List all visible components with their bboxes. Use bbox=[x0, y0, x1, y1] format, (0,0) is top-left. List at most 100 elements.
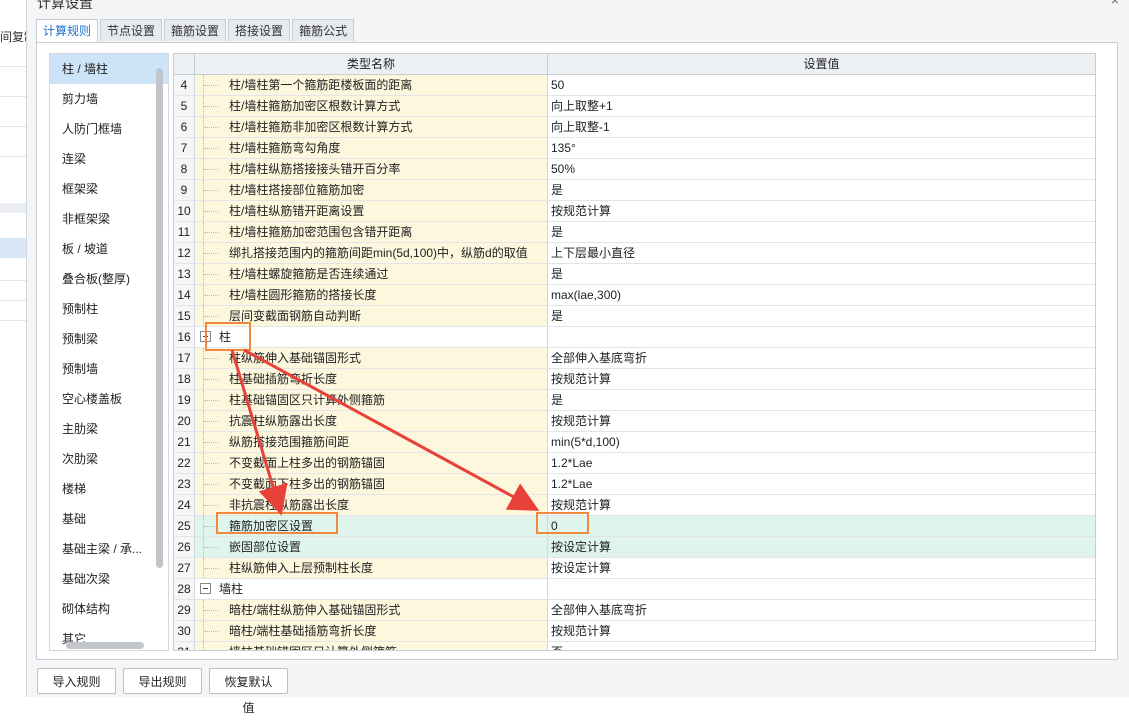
row-number: 14 bbox=[174, 285, 195, 305]
setting-value-cell[interactable]: 向上取整+1 bbox=[548, 96, 1095, 116]
category-item[interactable]: 楼梯 bbox=[50, 474, 168, 504]
setting-value-cell[interactable]: 是 bbox=[548, 222, 1095, 242]
setting-value-cell[interactable]: max(lae,300) bbox=[548, 285, 1095, 305]
table-row[interactable]: 19 柱基础锚固区只计算外侧箍筋 是 bbox=[174, 390, 1095, 411]
setting-value-cell[interactable]: 按规范计算 bbox=[548, 495, 1095, 515]
category-item[interactable]: 板 / 坡道 bbox=[50, 234, 168, 264]
setting-value-cell bbox=[548, 327, 1095, 347]
setting-value-cell[interactable]: 50% bbox=[548, 159, 1095, 179]
category-item[interactable]: 柱 / 墙柱 bbox=[50, 54, 168, 84]
type-name-cell: 墙柱 bbox=[195, 579, 548, 599]
setting-value-cell[interactable]: 按规范计算 bbox=[548, 621, 1095, 641]
import-rules-button[interactable]: 导入规则 bbox=[37, 668, 116, 694]
category-item[interactable]: 空心楼盖板 bbox=[50, 384, 168, 414]
setting-value-cell[interactable]: 按设定计算 bbox=[548, 558, 1095, 578]
setting-value-cell[interactable]: 1.2*Lae bbox=[548, 453, 1095, 473]
setting-value-cell[interactable]: 是 bbox=[548, 180, 1095, 200]
table-row[interactable]: 4 柱/墙柱第一个箍筋距楼板面的距离 50 bbox=[174, 75, 1095, 96]
setting-value-cell[interactable]: 50 bbox=[548, 75, 1095, 95]
table-row[interactable]: 9 柱/墙柱搭接部位箍筋加密 是 bbox=[174, 180, 1095, 201]
table-row[interactable]: 13 柱/墙柱螺旋箍筋是否连续通过 是 bbox=[174, 264, 1095, 285]
setting-value-cell[interactable]: 0 bbox=[548, 516, 1095, 536]
tab-lap-settings[interactable]: 搭接设置 bbox=[228, 19, 291, 41]
background-app-strip: 间复制 bbox=[0, 0, 27, 697]
restore-defaults-button[interactable]: 恢复默认值 bbox=[209, 668, 288, 715]
setting-value-cell[interactable]: 是 bbox=[548, 306, 1095, 326]
row-number: 8 bbox=[174, 159, 195, 179]
category-item[interactable]: 预制柱 bbox=[50, 294, 168, 324]
type-name-text: 柱/墙柱纵筋搭接接头错开百分率 bbox=[229, 162, 401, 176]
setting-value-cell[interactable]: 按规范计算 bbox=[548, 411, 1095, 431]
table-row[interactable]: 14 柱/墙柱圆形箍筋的搭接长度 max(lae,300) bbox=[174, 285, 1095, 306]
export-rules-button[interactable]: 导出规则 bbox=[123, 668, 202, 694]
table-row[interactable]: 26 嵌固部位设置 按设定计算 bbox=[174, 537, 1095, 558]
group-row[interactable]: 28 墙柱 bbox=[174, 579, 1095, 600]
table-row[interactable]: 10 柱/墙柱纵筋错开距离设置 按规范计算 bbox=[174, 201, 1095, 222]
table-row[interactable]: 27 柱纵筋伸入上层预制柱长度 按设定计算 bbox=[174, 558, 1095, 579]
table-row[interactable]: 24 非抗震柱纵筋露出长度 按规范计算 bbox=[174, 495, 1095, 516]
table-row[interactable]: 30 暗柱/端柱基础插筋弯折长度 按规范计算 bbox=[174, 621, 1095, 642]
category-item[interactable]: 人防门框墙 bbox=[50, 114, 168, 144]
category-horizontal-scrollbar[interactable] bbox=[66, 642, 144, 649]
setting-value-cell[interactable]: 向上取整-1 bbox=[548, 117, 1095, 137]
category-item[interactable]: 连梁 bbox=[50, 144, 168, 174]
tree-line-icon bbox=[203, 117, 222, 137]
setting-value-cell[interactable]: 是 bbox=[548, 264, 1095, 284]
category-item[interactable]: 剪力墙 bbox=[50, 84, 168, 114]
table-row[interactable]: 17 柱纵筋伸入基础锚固形式 全部伸入基底弯折 bbox=[174, 348, 1095, 369]
table-row[interactable]: 31 墙柱基础锚固区只计算外侧箍筋 否 bbox=[174, 642, 1095, 650]
tab-calc-rules[interactable]: 计算规则 bbox=[36, 19, 99, 43]
category-item[interactable]: 非框架梁 bbox=[50, 204, 168, 234]
tab-stirrup-formula[interactable]: 箍筋公式 bbox=[292, 19, 355, 41]
table-row[interactable]: 20 抗震柱纵筋露出长度 按规范计算 bbox=[174, 411, 1095, 432]
tab-stirrup-settings[interactable]: 箍筋设置 bbox=[164, 19, 227, 41]
setting-value-cell[interactable]: 否 bbox=[548, 642, 1095, 650]
setting-value-cell[interactable]: 按规范计算 bbox=[548, 201, 1095, 221]
setting-value-cell bbox=[548, 579, 1095, 599]
table-row[interactable]: 23 不变截面下柱多出的钢筋锚固 1.2*Lae bbox=[174, 474, 1095, 495]
table-row[interactable]: 5 柱/墙柱箍筋加密区根数计算方式 向上取整+1 bbox=[174, 96, 1095, 117]
category-item[interactable]: 叠合板(整厚) bbox=[50, 264, 168, 294]
type-name-text: 不变截面上柱多出的钢筋锚固 bbox=[229, 456, 386, 470]
group-row[interactable]: 16 柱 bbox=[174, 327, 1095, 348]
background-block bbox=[0, 203, 26, 213]
type-name-text: 非抗震柱纵筋露出长度 bbox=[229, 498, 350, 512]
category-item[interactable]: 砌体结构 bbox=[50, 594, 168, 624]
collapse-icon[interactable] bbox=[200, 583, 211, 594]
setting-value-cell[interactable]: 1.2*Lae bbox=[548, 474, 1095, 494]
table-row[interactable]: 22 不变截面上柱多出的钢筋锚固 1.2*Lae bbox=[174, 453, 1095, 474]
category-item[interactable]: 框架梁 bbox=[50, 174, 168, 204]
category-item[interactable]: 预制梁 bbox=[50, 324, 168, 354]
category-item[interactable]: 次肋梁 bbox=[50, 444, 168, 474]
table-row[interactable]: 21 纵筋搭接范围箍筋间距 min(5*d,100) bbox=[174, 432, 1095, 453]
close-icon[interactable]: × bbox=[1111, 0, 1119, 8]
setting-value-cell[interactable]: 上下层最小直径 bbox=[548, 243, 1095, 263]
category-item[interactable]: 基础次梁 bbox=[50, 564, 168, 594]
category-item[interactable]: 主肋梁 bbox=[50, 414, 168, 444]
table-row[interactable]: 15 层间变截面钢筋自动判断 是 bbox=[174, 306, 1095, 327]
type-name-text: 暗柱/端柱纵筋伸入基础锚固形式 bbox=[229, 603, 401, 617]
category-item[interactable]: 基础主梁 / 承... bbox=[50, 534, 168, 564]
background-row-line bbox=[0, 96, 26, 97]
tab-node-settings[interactable]: 节点设置 bbox=[100, 19, 163, 41]
table-row[interactable]: 25 箍筋加密区设置 0 bbox=[174, 516, 1095, 537]
setting-value-cell[interactable]: min(5*d,100) bbox=[548, 432, 1095, 452]
setting-value-cell[interactable]: 全部伸入基底弯折 bbox=[548, 348, 1095, 368]
collapse-icon[interactable] bbox=[200, 331, 211, 342]
setting-value-cell[interactable]: 135° bbox=[548, 138, 1095, 158]
table-row[interactable]: 8 柱/墙柱纵筋搭接接头错开百分率 50% bbox=[174, 159, 1095, 180]
setting-value-cell[interactable]: 全部伸入基底弯折 bbox=[548, 600, 1095, 620]
type-name-cell: 抗震柱纵筋露出长度 bbox=[195, 411, 548, 431]
table-row[interactable]: 7 柱/墙柱箍筋弯勾角度 135° bbox=[174, 138, 1095, 159]
table-row[interactable]: 6 柱/墙柱箍筋非加密区根数计算方式 向上取整-1 bbox=[174, 117, 1095, 138]
setting-value-cell[interactable]: 是 bbox=[548, 390, 1095, 410]
category-item[interactable]: 预制墙 bbox=[50, 354, 168, 384]
category-item[interactable]: 基础 bbox=[50, 504, 168, 534]
category-vertical-scrollbar[interactable] bbox=[156, 68, 163, 568]
table-row[interactable]: 29 暗柱/端柱纵筋伸入基础锚固形式 全部伸入基底弯折 bbox=[174, 600, 1095, 621]
table-row[interactable]: 12 绑扎搭接范围内的箍筋间距min(5d,100)中，纵筋d的取值 上下层最小直径 bbox=[174, 243, 1095, 264]
table-row[interactable]: 11 柱/墙柱箍筋加密范围包含错开距离 是 bbox=[174, 222, 1095, 243]
setting-value-cell[interactable]: 按设定计算 bbox=[548, 537, 1095, 557]
table-row[interactable]: 18 柱基础插筋弯折长度 按规范计算 bbox=[174, 369, 1095, 390]
setting-value-cell[interactable]: 按规范计算 bbox=[548, 369, 1095, 389]
